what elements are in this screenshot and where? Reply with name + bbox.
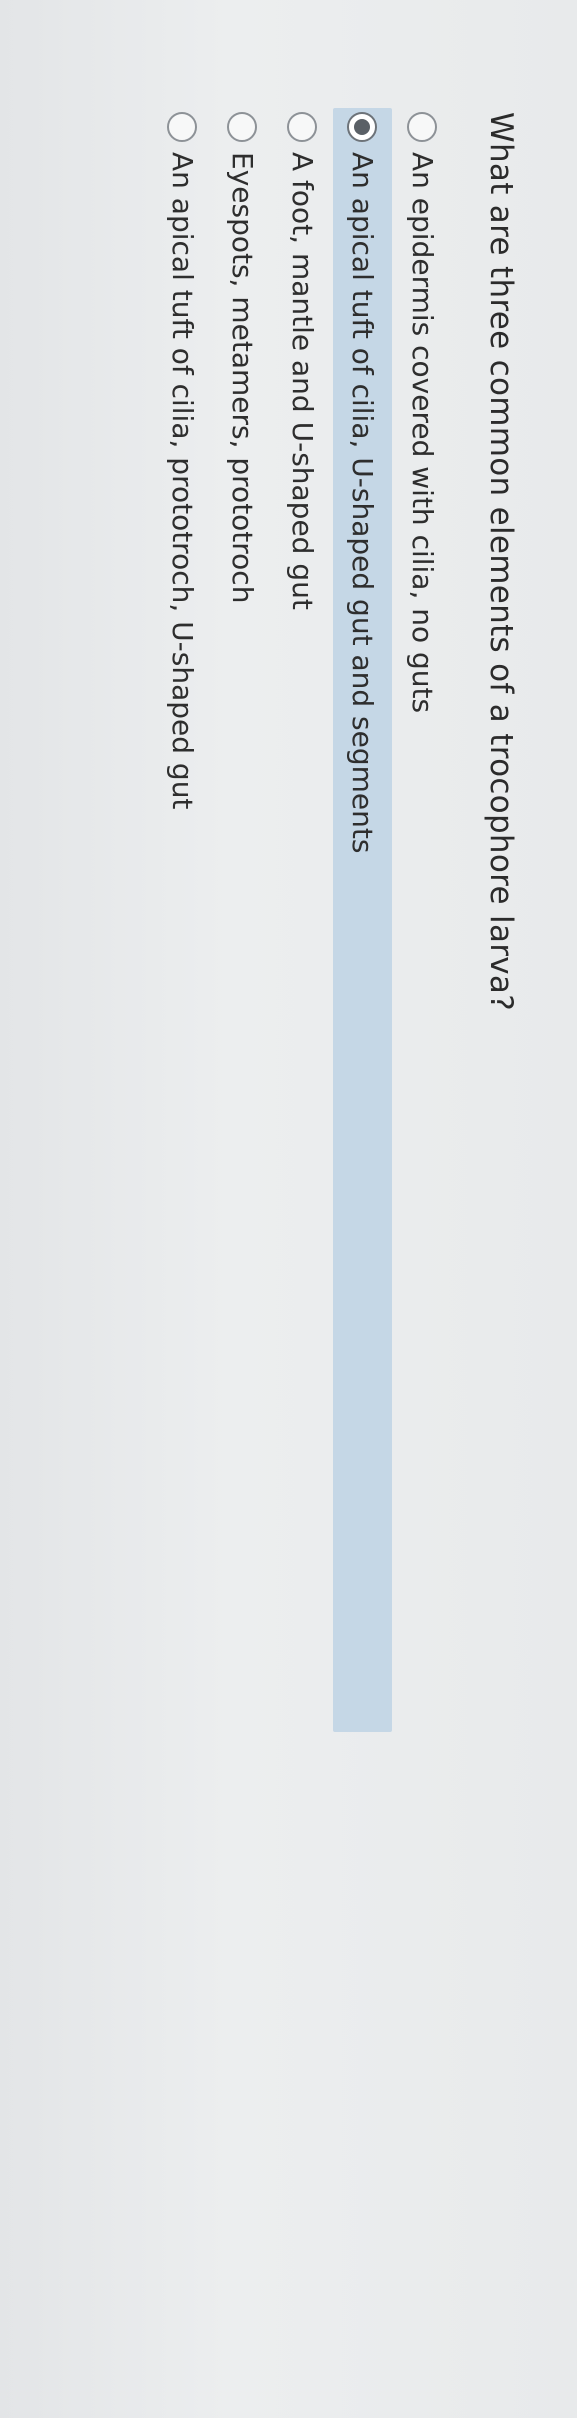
answer-options: An epidermis covered with cilia, no guts… <box>152 108 452 2008</box>
answer-option-3[interactable]: A foot, mantle and U-shaped gut <box>273 108 332 2008</box>
quiz-page: What are three common elements of a troc… <box>0 0 577 2418</box>
answer-option-label: An apical tuft of cilia, U-shaped gut an… <box>346 152 379 854</box>
radio-button-empty-icon[interactable] <box>227 112 258 142</box>
question-text: What are three common elements of a troc… <box>483 112 519 1011</box>
answer-option-label: Eyespots, metamers, prototroch <box>226 152 259 604</box>
answer-option-label: An epidermis covered with cilia, no guts <box>406 152 439 714</box>
answer-option-5[interactable]: An apical tuft of cilia, prototroch, U-s… <box>153 108 212 2008</box>
quiz-content: What are three common elements of a troc… <box>0 0 577 2418</box>
radio-dot-icon <box>354 119 371 135</box>
radio-button-empty-icon[interactable] <box>407 112 438 142</box>
radio-button-filled-icon[interactable] <box>347 112 378 142</box>
answer-option-2[interactable]: An apical tuft of cilia, U-shaped gut an… <box>333 108 392 1732</box>
radio-button-empty-icon[interactable] <box>167 112 198 142</box>
answer-option-4[interactable]: Eyespots, metamers, prototroch <box>213 108 272 2008</box>
answer-option-label: A foot, mantle and U-shaped gut <box>286 152 319 610</box>
answer-option-label: An apical tuft of cilia, prototroch, U-s… <box>166 152 199 810</box>
answer-option-1[interactable]: An epidermis covered with cilia, no guts <box>393 108 452 2008</box>
radio-button-empty-icon[interactable] <box>287 112 318 142</box>
